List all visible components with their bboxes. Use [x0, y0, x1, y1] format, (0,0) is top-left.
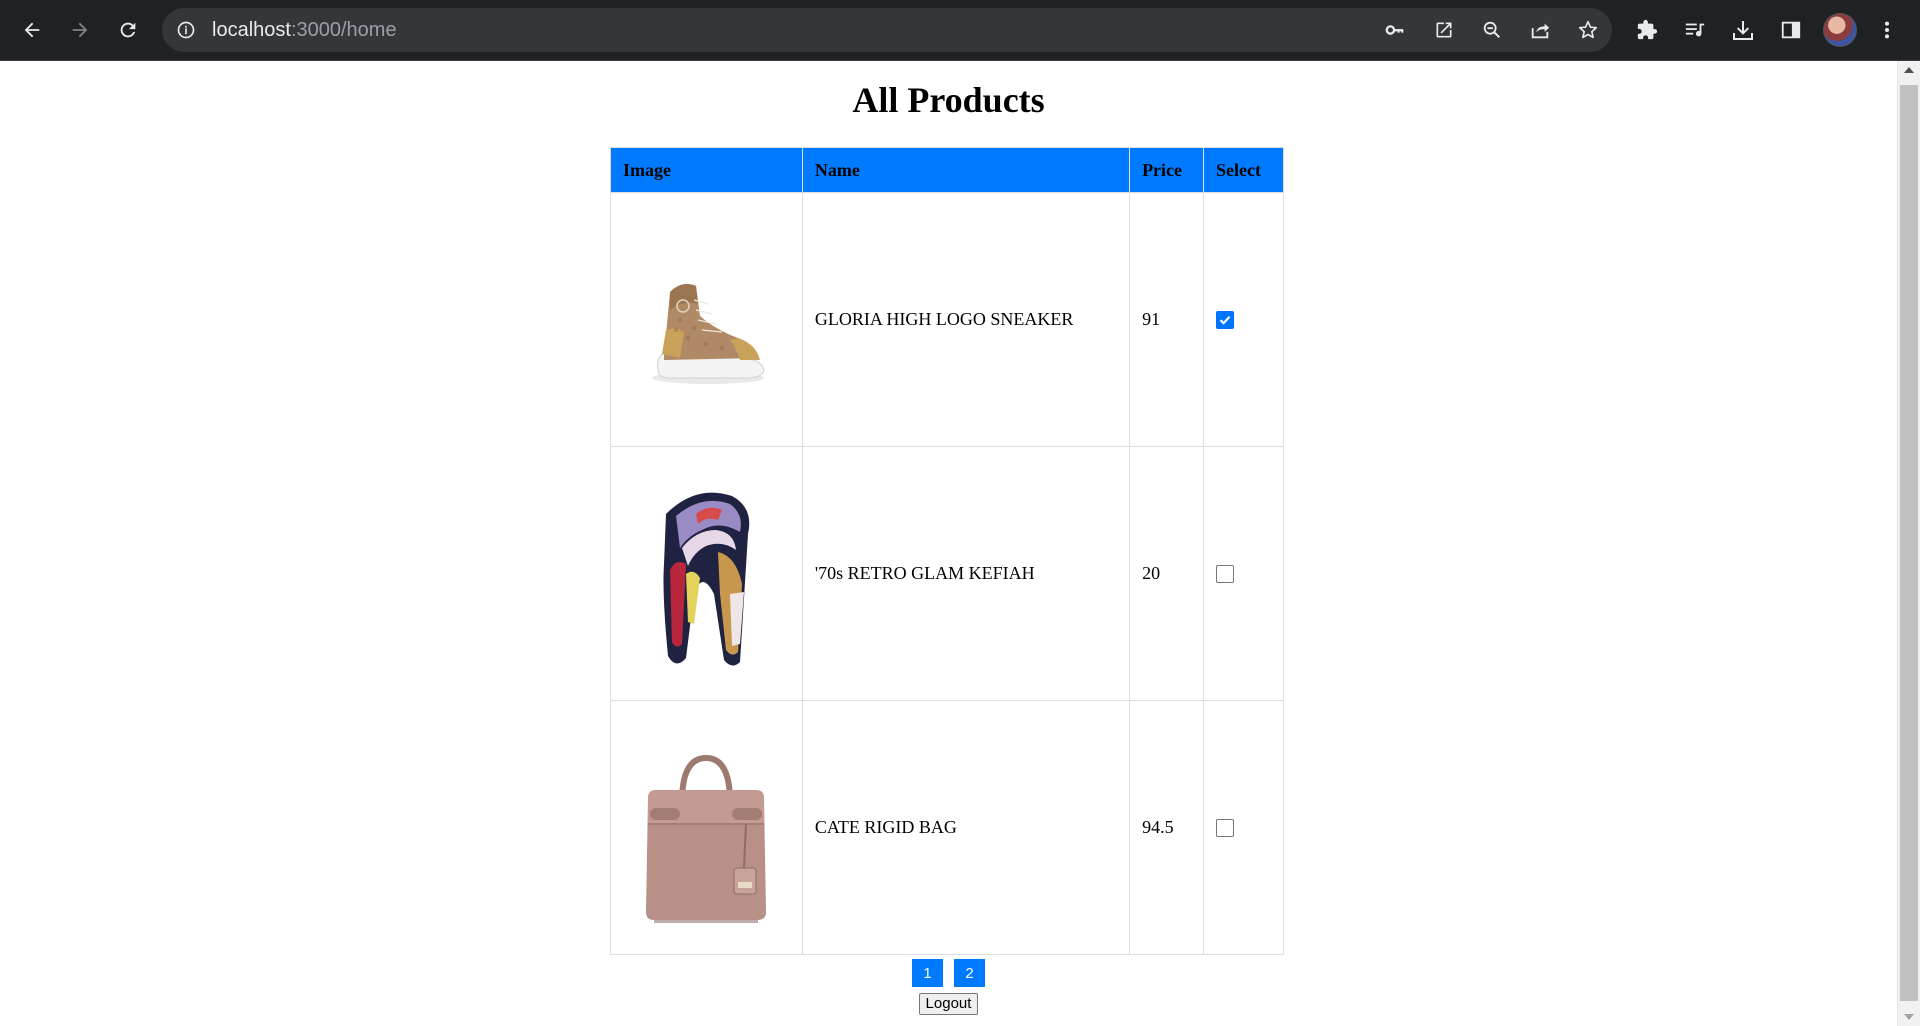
select-checkbox[interactable] [1216, 818, 1235, 837]
scrollbar-thumb[interactable] [1900, 85, 1918, 1001]
product-image-cell [610, 700, 803, 955]
page-title: All Products [852, 80, 1045, 120]
column-header-name: Name [801, 147, 1131, 193]
logout-container: Logout [0, 993, 1897, 1015]
browser-toolbar: localhost:3000/home [0, 0, 1920, 61]
table-header-row: Image Name Price Select [610, 147, 1284, 193]
forward-arrow-icon [72, 22, 88, 38]
browser-menu-button[interactable] [1869, 12, 1905, 48]
checkmark-icon [1219, 315, 1231, 325]
scarf-image [663, 492, 750, 666]
star-icon [1578, 20, 1598, 39]
puzzle-icon [1637, 19, 1658, 40]
bookmark-button[interactable] [1574, 16, 1602, 44]
product-select-cell [1203, 446, 1284, 701]
open-external-icon [1436, 22, 1452, 38]
column-header-image: Image [610, 147, 803, 193]
pagination: 1 2 [0, 959, 1897, 987]
table-row: CATE RIGID BAG 94.5 [610, 700, 1284, 955]
info-icon[interactable] [176, 20, 196, 40]
download-icon [1733, 21, 1753, 40]
kebab-menu-icon [1884, 21, 1890, 39]
media-controls-button[interactable] [1677, 12, 1713, 48]
side-panel-button[interactable] [1773, 12, 1809, 48]
reload-icon [120, 22, 136, 38]
product-price: 91 [1129, 192, 1205, 447]
share-button[interactable] [1526, 16, 1554, 44]
url-host: localhost [212, 19, 291, 41]
page-button-1[interactable]: 1 [912, 959, 943, 987]
product-select-cell [1203, 700, 1284, 955]
column-header-select: Select [1203, 147, 1284, 193]
scroll-up-arrow-icon[interactable] [1904, 67, 1914, 73]
table-row: '70s RETRO GLAM KEFIAH 20 [610, 446, 1284, 701]
page-viewport: All Products Image Name Price Select GLO… [0, 61, 1897, 1026]
reload-button[interactable] [110, 12, 146, 48]
product-name: CATE RIGID BAG [801, 700, 1131, 955]
product-select-cell [1203, 192, 1284, 447]
back-button[interactable] [14, 12, 50, 48]
address-bar[interactable]: localhost:3000/home [162, 8, 1612, 52]
url-path: :3000/home [290, 19, 397, 41]
open-in-app-button[interactable] [1430, 16, 1458, 44]
side-panel-icon [1781, 21, 1801, 39]
product-image-cell [610, 192, 803, 447]
gold-sneaker-image [652, 283, 765, 384]
product-name: '70s RETRO GLAM KEFIAH [801, 446, 1131, 701]
product-name: GLORIA HIGH LOGO SNEAKER [801, 192, 1131, 447]
password-key-button[interactable] [1381, 16, 1409, 44]
url-text[interactable]: localhost:3000/home [212, 8, 397, 52]
zoom-button[interactable] [1478, 16, 1506, 44]
select-checkbox[interactable] [1216, 310, 1235, 329]
profile-avatar[interactable] [1823, 13, 1857, 47]
select-checkbox[interactable] [1216, 564, 1235, 583]
media-queue-icon [1685, 23, 1705, 37]
logout-button[interactable]: Logout [918, 993, 979, 1015]
product-image-cell [610, 446, 803, 701]
zoom-out-icon [1483, 21, 1501, 39]
extensions-button[interactable] [1629, 12, 1665, 48]
handbag-image [646, 754, 767, 923]
share-icon [1531, 23, 1550, 39]
product-price: 20 [1129, 446, 1205, 701]
product-price: 94.5 [1129, 700, 1205, 955]
back-arrow-icon [24, 22, 40, 38]
column-header-price: Price [1129, 147, 1205, 193]
table-row: GLORIA HIGH LOGO SNEAKER 91 [610, 192, 1284, 447]
vertical-scrollbar[interactable] [1897, 61, 1920, 1026]
page-button-2[interactable]: 2 [954, 959, 985, 987]
scroll-down-arrow-icon[interactable] [1904, 1014, 1914, 1020]
products-table: Image Name Price Select GLORIA HIGH LOGO… [610, 147, 1284, 955]
downloads-button[interactable] [1725, 12, 1761, 48]
forward-button[interactable] [62, 12, 98, 48]
key-icon [1385, 25, 1404, 35]
